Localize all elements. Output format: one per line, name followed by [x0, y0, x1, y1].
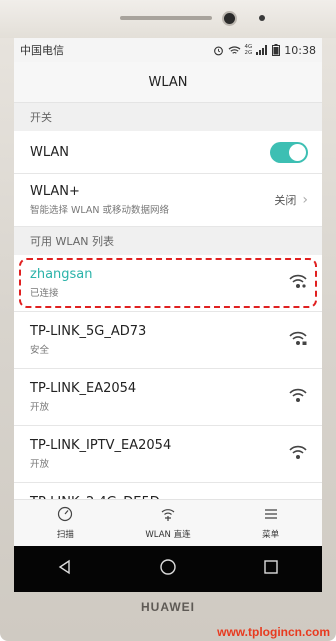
- network-ssid: TP-LINK_5G_AD73: [30, 324, 147, 339]
- section-header-switch: 开关: [14, 103, 322, 131]
- scan-icon: [57, 506, 73, 528]
- menu-button[interactable]: 菜单: [219, 500, 322, 546]
- wifi-signal-locked-icon: [288, 330, 308, 350]
- wifi-status-icon: [228, 45, 241, 56]
- toggle-knob: [289, 143, 306, 161]
- system-navigation-bar: [14, 546, 322, 592]
- status-bar: 中国电信 4G 2G 10:38: [14, 38, 322, 62]
- home-circle-icon: [159, 558, 177, 580]
- wlan-plus-description: 智能选择 WLAN 或移动数据网络: [30, 205, 170, 216]
- network-ssid: zhangsan: [30, 267, 93, 282]
- wifi-direct-icon: [160, 506, 176, 528]
- section-header-available: 可用 WLAN 列表: [14, 227, 322, 255]
- wlan-plus-label: WLAN+: [30, 184, 80, 199]
- app-bar: WLAN: [14, 62, 322, 103]
- chevron-right-icon: ›: [302, 192, 308, 208]
- network-item-tp-link-iptv-ea2054[interactable]: TP-LINK_IPTV_EA2054 开放: [14, 426, 322, 483]
- watermark-text: www.tplogincn.com: [217, 625, 330, 639]
- network-status: 开放: [30, 459, 50, 470]
- network-status: 已连接: [30, 288, 59, 299]
- scan-label: 扫描: [56, 530, 74, 540]
- bottom-toolbar: 扫描 WLAN 直连 菜单: [14, 499, 322, 546]
- wlan-toggle-label: WLAN: [30, 144, 70, 160]
- wlan-toggle-row[interactable]: WLAN: [14, 131, 322, 174]
- page-title: WLAN: [148, 74, 188, 90]
- back-button[interactable]: [45, 549, 85, 589]
- network-item-zhangsan[interactable]: zhangsan 已连接: [14, 255, 322, 312]
- wifi-signal-icon: [288, 387, 308, 407]
- back-triangle-icon: [57, 559, 73, 579]
- carrier-name: 中国电信: [20, 44, 64, 57]
- wlan-plus-row[interactable]: WLAN+ 智能选择 WLAN 或移动数据网络 关闭 ›: [14, 174, 322, 227]
- alarm-icon: [213, 45, 224, 56]
- network-status: 开放: [30, 402, 50, 413]
- wlan-toggle-switch[interactable]: [270, 141, 308, 163]
- scan-button[interactable]: 扫描: [14, 500, 117, 546]
- device-brand-logo: HUAWEI: [141, 600, 195, 614]
- menu-icon: [263, 506, 279, 528]
- network-item-tp-link-5g-ad73[interactable]: TP-LINK_5G_AD73 安全: [14, 312, 322, 369]
- wifi-direct-label: WLAN 直连: [145, 530, 191, 540]
- network-type-label: 4G 2G: [244, 44, 253, 56]
- proximity-sensor: [259, 15, 265, 21]
- network-ssid: TP-LINK_IPTV_EA2054: [30, 438, 172, 453]
- battery-icon: [272, 44, 281, 56]
- menu-label: 菜单: [262, 530, 280, 540]
- clock: 10:38: [284, 43, 316, 57]
- recents-button[interactable]: [251, 549, 291, 589]
- front-camera: [224, 13, 235, 24]
- wifi-direct-button[interactable]: WLAN 直连: [117, 500, 220, 546]
- wlan-plus-value: 关闭: [274, 194, 297, 207]
- wifi-signal-icon: [288, 444, 308, 464]
- screen: 中国电信 4G 2G 10:38 WLAN 开关 WLAN WLAN+ 智能选择…: [14, 38, 322, 592]
- network-ssid: TP-LINK_EA2054: [30, 381, 137, 396]
- phone-top-bezel: [0, 0, 336, 38]
- recents-square-icon: [263, 559, 279, 579]
- wifi-signal-locked-icon: [288, 273, 308, 293]
- earpiece: [120, 16, 212, 20]
- home-button[interactable]: [148, 549, 188, 589]
- network-status: 安全: [30, 345, 50, 356]
- network-item-tp-link-ea2054[interactable]: TP-LINK_EA2054 开放: [14, 369, 322, 426]
- signal-icon: [256, 45, 268, 55]
